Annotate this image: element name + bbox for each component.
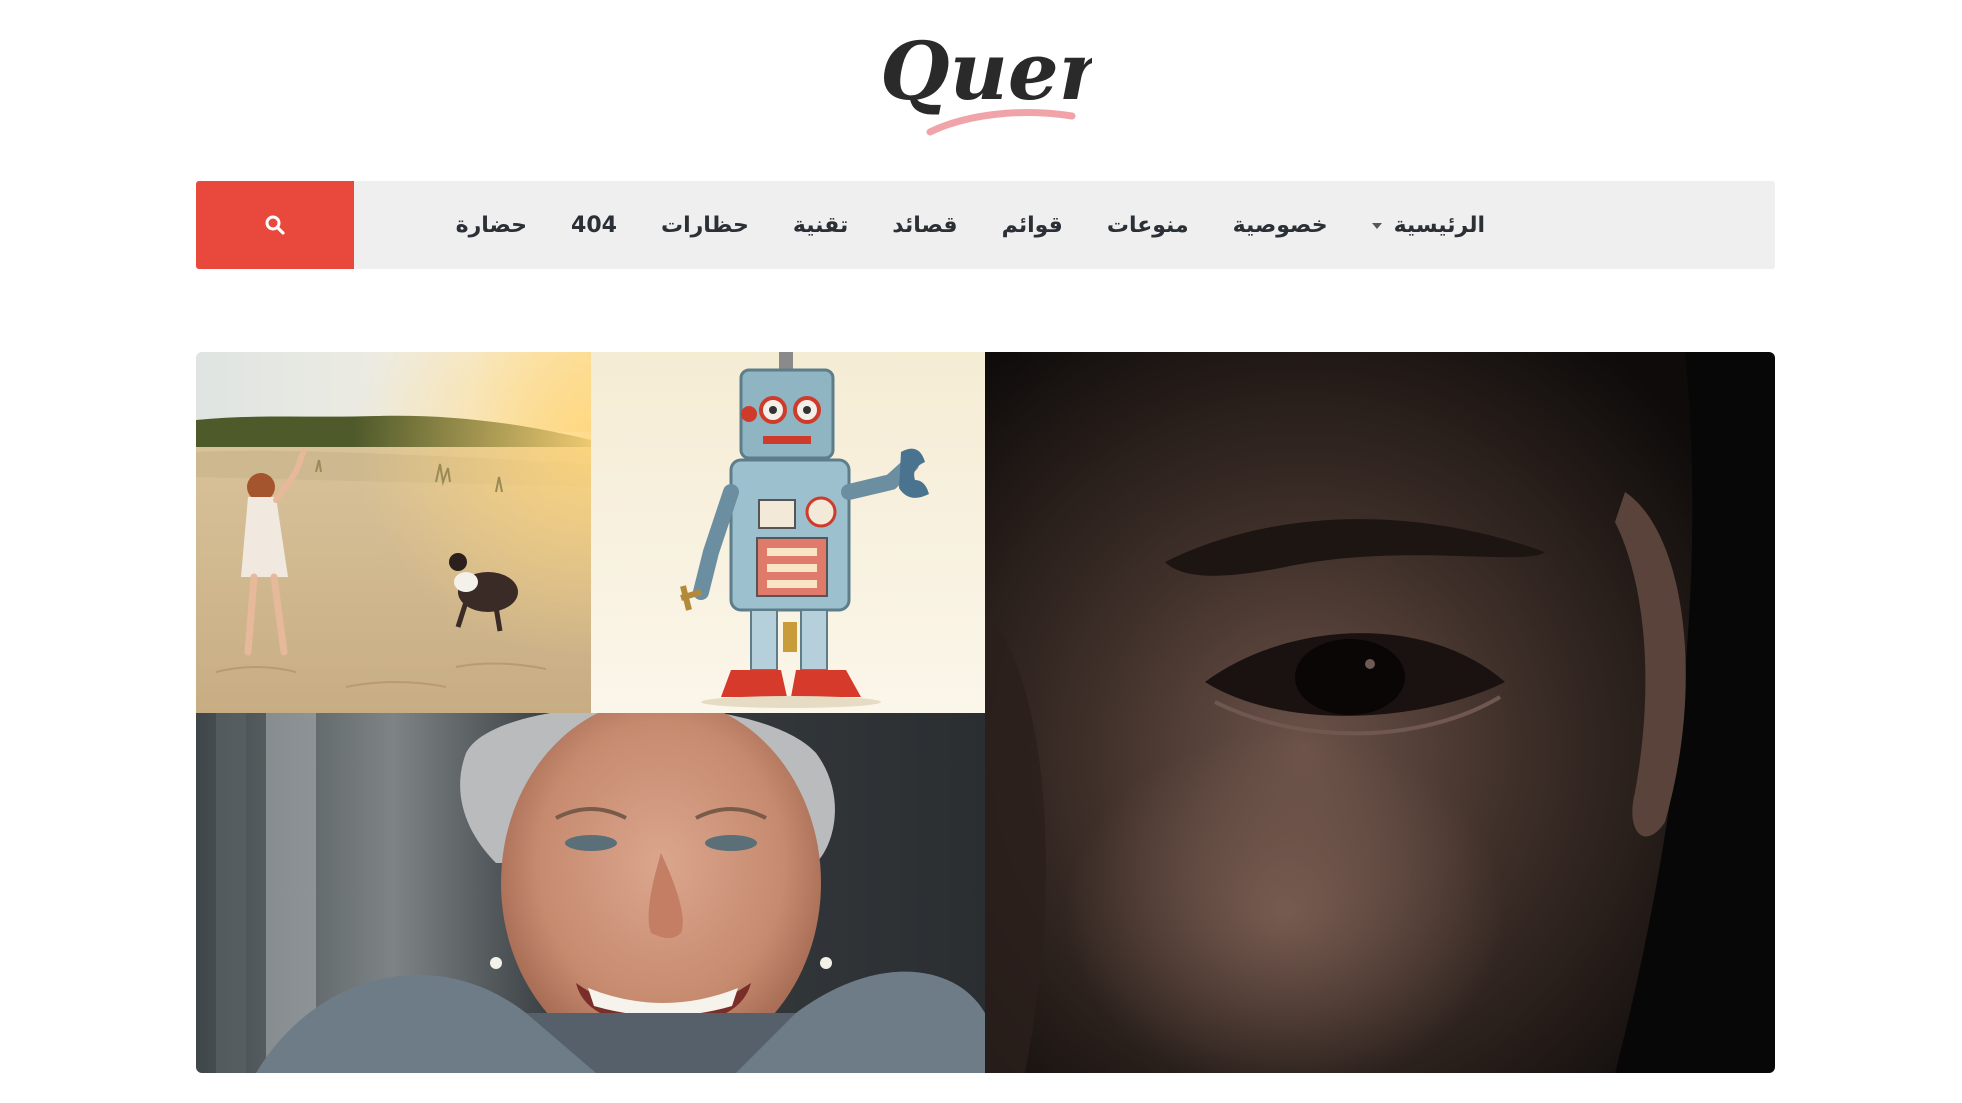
nav-item-label: قوائم [1001,212,1063,238]
nav-item-label: تقنية [792,212,849,238]
site-logo[interactable]: Query [872,4,1092,154]
featured-image-girl-dog[interactable] [196,352,591,713]
featured-image-elderly-woman[interactable] [196,713,985,1073]
nav-item-label: 404 [571,212,617,238]
nav-item-label: حضارة [455,212,528,238]
nav-item-civilization[interactable]: حضارة [456,213,527,238]
nav-item-label: خصوصية [1232,212,1328,238]
nav-item-privacy[interactable]: خصوصية [1233,213,1328,238]
featured-image-face-closeup[interactable] [985,352,1775,1073]
logo-text: Query [880,24,1092,118]
nav-item-lists[interactable]: قوائم [1002,213,1063,238]
page: Query الرئيسية خصوصية منوعات قوائم [0,0,1962,1103]
nav-item-tech[interactable]: تقنية [793,213,848,238]
nav-item-label: حظارات [660,212,749,238]
nav-item-restrictions[interactable]: حظارات [661,213,749,238]
featured-grid [196,352,1775,1073]
main-navbar: الرئيسية خصوصية منوعات قوائم قصائد تقنية… [196,181,1775,269]
chevron-down-icon [1371,223,1382,229]
nav-item-home[interactable]: الرئيسية [1371,212,1485,238]
nav-item-label: قصائد [892,212,958,238]
featured-image-toy-robot[interactable] [591,352,985,713]
nav-item-404[interactable]: 404 [571,213,617,238]
nav-menu: الرئيسية خصوصية منوعات قوائم قصائد تقنية… [456,181,1485,269]
search-button[interactable] [196,181,354,269]
search-icon [265,215,285,235]
nav-item-misc[interactable]: منوعات [1107,213,1189,238]
nav-item-label: منوعات [1106,212,1189,238]
nav-item-poems[interactable]: قصائد [892,213,957,238]
nav-item-label: الرئيسية [1393,212,1485,238]
